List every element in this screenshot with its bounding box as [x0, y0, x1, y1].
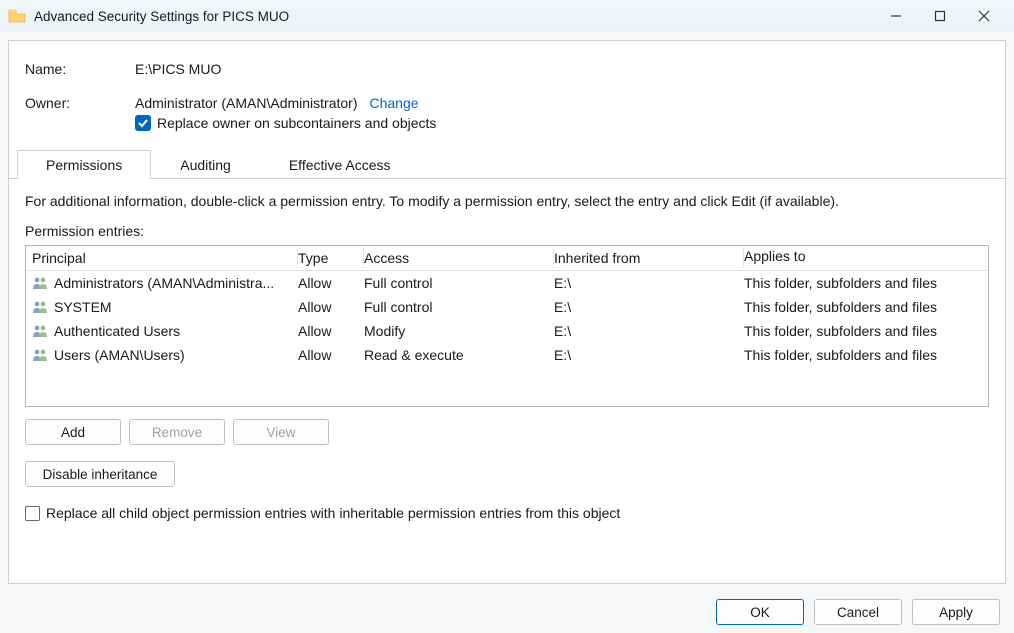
replace-child-checkbox[interactable] — [25, 506, 40, 521]
tab-effective-access[interactable]: Effective Access — [260, 150, 420, 179]
owner-value: Administrator (AMAN\Administrator) — [135, 95, 358, 111]
content-frame: Name: E:\PICS MUO Owner: Administrator (… — [8, 40, 1006, 584]
cell-inherited: E:\ — [554, 275, 744, 291]
tab-auditing[interactable]: Auditing — [151, 150, 260, 179]
group-icon — [32, 300, 50, 314]
replace-owner-label: Replace owner on subcontainers and objec… — [157, 115, 436, 131]
ok-button[interactable]: OK — [716, 599, 804, 625]
table-row[interactable]: Administrators (AMAN\Administra... Allow… — [26, 271, 988, 295]
cell-access: Full control — [364, 275, 554, 291]
cell-access: Full control — [364, 299, 554, 315]
cell-applies: This folder, subfolders and files — [744, 299, 982, 315]
cell-type: Allow — [298, 299, 364, 315]
cell-type: Allow — [298, 347, 364, 363]
cell-applies: This folder, subfolders and files — [744, 323, 982, 339]
close-button[interactable] — [962, 1, 1006, 31]
header-inherited[interactable]: Inherited from — [554, 248, 744, 268]
maximize-button[interactable] — [918, 1, 962, 31]
titlebar: Advanced Security Settings for PICS MUO — [0, 0, 1014, 32]
folder-icon — [8, 9, 26, 23]
cell-applies: This folder, subfolders and files — [744, 275, 982, 291]
group-icon — [32, 276, 50, 290]
window-title: Advanced Security Settings for PICS MUO — [34, 9, 874, 24]
entries-label: Permission entries: — [25, 223, 989, 239]
permission-table: Principal Type Access Inherited from App… — [25, 245, 989, 407]
table-row[interactable]: SYSTEM Allow Full control E:\ This folde… — [26, 295, 988, 319]
cell-principal: SYSTEM — [54, 299, 112, 315]
minimize-button[interactable] — [874, 1, 918, 31]
instruction-text: For additional information, double-click… — [25, 193, 989, 209]
cell-principal: Administrators (AMAN\Administra... — [54, 275, 274, 291]
cell-inherited: E:\ — [554, 347, 744, 363]
table-header: Principal Type Access Inherited from App… — [26, 246, 988, 271]
cell-principal: Authenticated Users — [54, 323, 180, 339]
group-icon — [32, 348, 50, 362]
header-principal[interactable]: Principal — [32, 248, 298, 268]
cell-inherited: E:\ — [554, 323, 744, 339]
replace-owner-checkbox[interactable] — [135, 115, 151, 131]
cell-access: Modify — [364, 323, 554, 339]
tab-permissions[interactable]: Permissions — [17, 150, 151, 179]
table-row[interactable]: Authenticated Users Allow Modify E:\ Thi… — [26, 319, 988, 343]
header-access[interactable]: Access — [364, 248, 554, 268]
name-label: Name: — [25, 61, 135, 77]
dialog-footer: OK Cancel Apply — [716, 599, 1000, 625]
name-value: E:\PICS MUO — [135, 61, 221, 77]
group-icon — [32, 324, 50, 338]
tab-bar: Permissions Auditing Effective Access — [9, 149, 1005, 179]
cancel-button[interactable]: Cancel — [814, 599, 902, 625]
apply-button[interactable]: Apply — [912, 599, 1000, 625]
header-applies[interactable]: Applies to — [744, 248, 982, 268]
cell-inherited: E:\ — [554, 299, 744, 315]
remove-button[interactable]: Remove — [129, 419, 225, 445]
replace-child-label: Replace all child object permission entr… — [46, 505, 620, 521]
change-owner-link[interactable]: Change — [370, 95, 419, 111]
cell-principal: Users (AMAN\Users) — [54, 347, 185, 363]
owner-label: Owner: — [25, 95, 135, 111]
table-row[interactable]: Users (AMAN\Users) Allow Read & execute … — [26, 343, 988, 367]
cell-applies: This folder, subfolders and files — [744, 347, 982, 363]
add-button[interactable]: Add — [25, 419, 121, 445]
header-type[interactable]: Type — [298, 248, 364, 268]
disable-inheritance-button[interactable]: Disable inheritance — [25, 461, 175, 487]
view-button[interactable]: View — [233, 419, 329, 445]
cell-type: Allow — [298, 323, 364, 339]
cell-type: Allow — [298, 275, 364, 291]
cell-access: Read & execute — [364, 347, 554, 363]
